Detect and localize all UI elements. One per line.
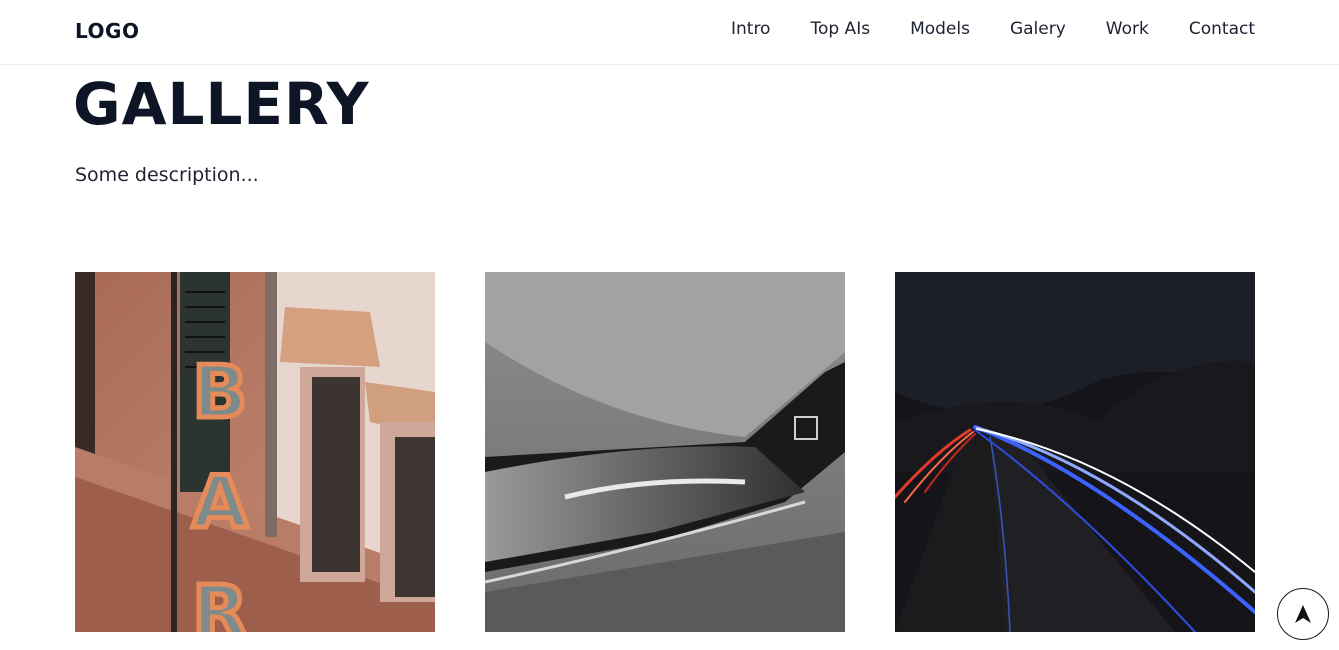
bar-sign-image: B A R <box>75 272 435 632</box>
sign-letter-r: R <box>192 570 247 632</box>
arrow-up-icon <box>1295 605 1311 623</box>
page-description: Some description... <box>75 164 259 186</box>
sign-letter-b: B <box>193 350 248 434</box>
nav-link-models[interactable]: Models <box>910 19 970 39</box>
logo[interactable]: LOGO <box>75 19 139 43</box>
scroll-top-button[interactable] <box>1277 588 1329 640</box>
nav-link-intro[interactable]: Intro <box>731 19 770 39</box>
nav-link-work[interactable]: Work <box>1106 19 1149 39</box>
navbar: LOGO Intro Top AIs Models Galery Work Co… <box>0 0 1339 65</box>
gallery-item-bar-sign[interactable]: B A R <box>75 272 435 632</box>
night-highway-image <box>895 272 1255 632</box>
nav-link-galery[interactable]: Galery <box>1010 19 1066 39</box>
car-headlight-image <box>485 272 845 632</box>
gallery-item-night-highway[interactable] <box>895 272 1255 632</box>
page-title: GALLERY <box>73 70 370 138</box>
nav-menu: Intro Top AIs Models Galery Work Contact <box>731 19 1255 39</box>
sign-letter-a: A <box>192 460 248 544</box>
nav-link-top-ais[interactable]: Top AIs <box>810 19 870 39</box>
gallery-item-car-headlight[interactable] <box>485 272 845 632</box>
nav-link-contact[interactable]: Contact <box>1189 19 1255 39</box>
